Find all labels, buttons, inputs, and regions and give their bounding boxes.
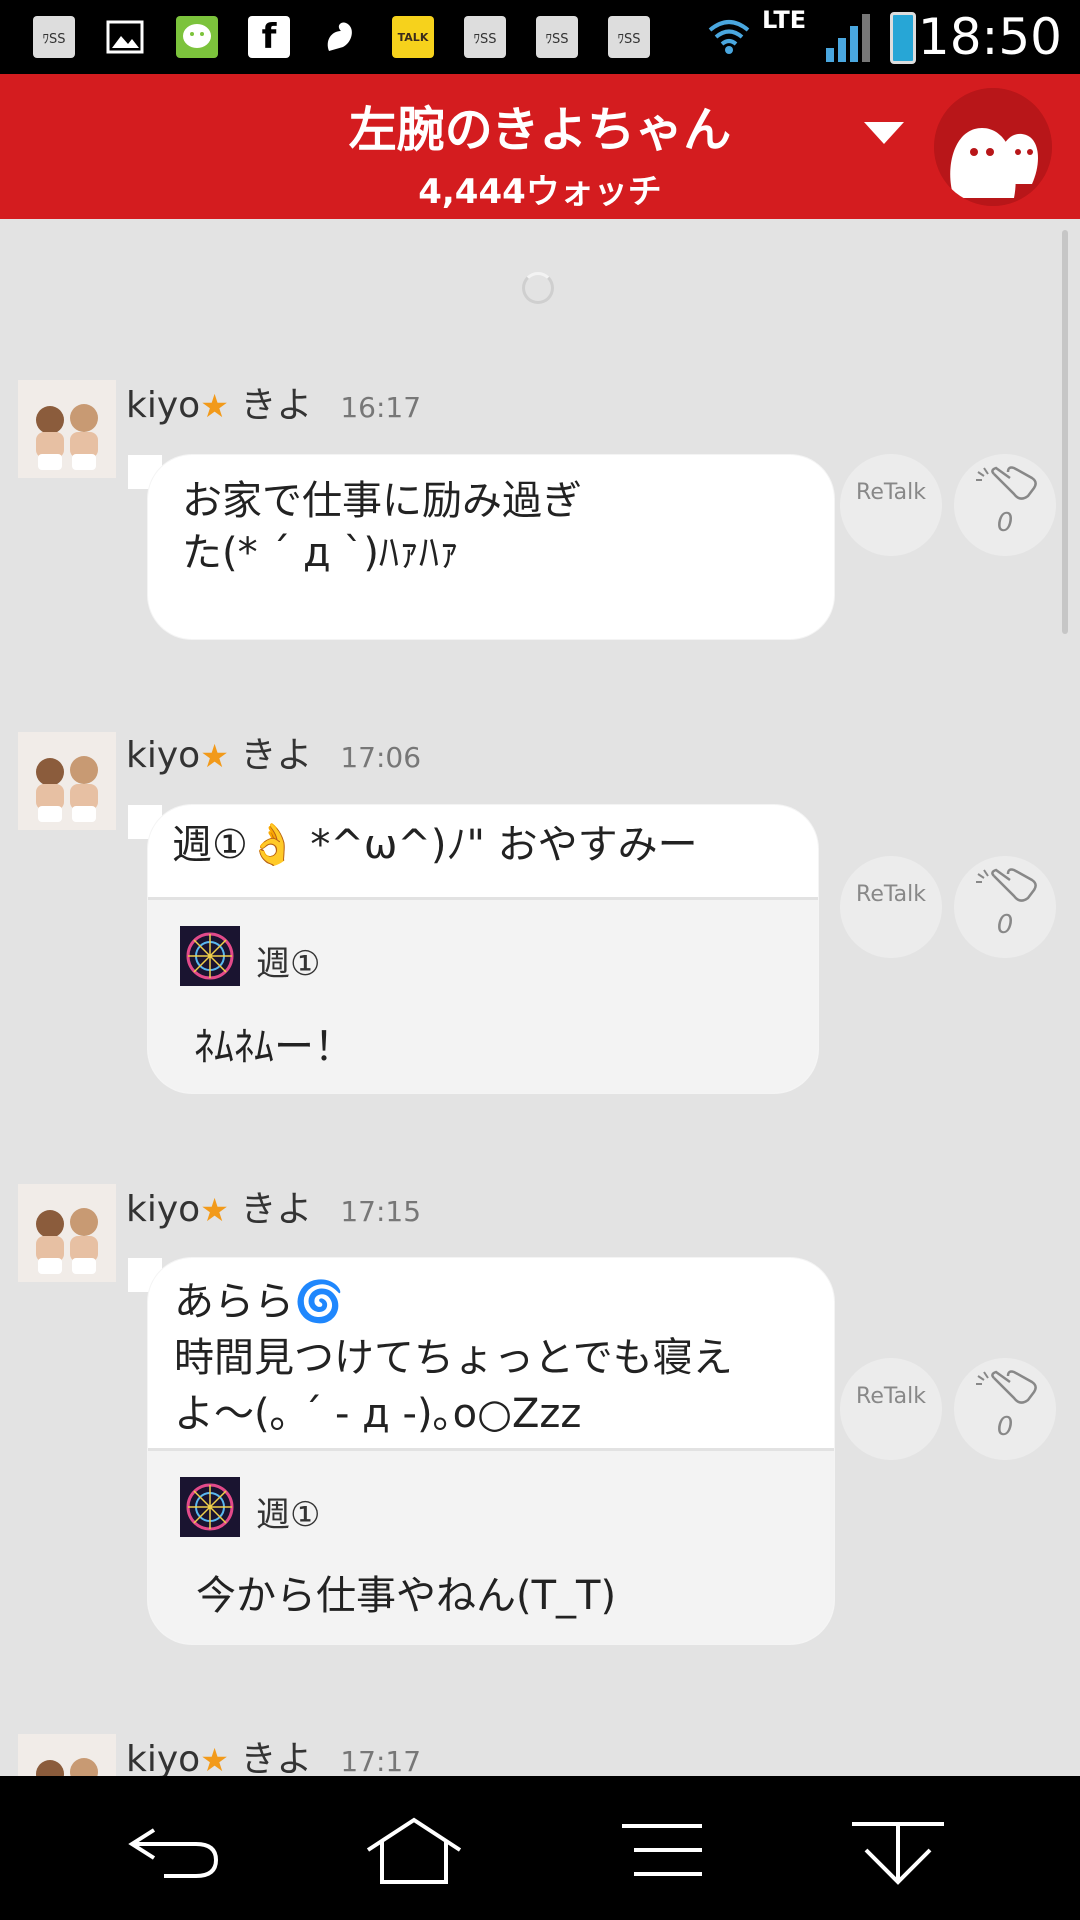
username[interactable]: kiyo★ きよ xyxy=(126,1730,312,1782)
squirrel-icon xyxy=(320,16,362,58)
quote-text: ﾈﾑﾈﾑー！ xyxy=(194,1024,354,1070)
wifi-icon xyxy=(706,16,752,65)
menu-icon[interactable] xyxy=(614,1816,714,1886)
app-header: 左腕のきよちゃん 4,444ウォッチ xyxy=(0,74,1080,219)
quote-thumbnail xyxy=(180,1477,240,1537)
timestamp: 16:17 xyxy=(340,391,422,424)
clap-icon xyxy=(976,466,1037,500)
clock: 18:50 xyxy=(917,8,1062,66)
quote-username: 週① xyxy=(256,1495,321,1535)
avatar[interactable] xyxy=(18,1734,116,1776)
quoted-post[interactable]: 週① 今から仕事やねん(T_T) xyxy=(148,1448,834,1644)
timestamp: 17:06 xyxy=(340,741,422,774)
star-icon: ★ xyxy=(200,1741,229,1779)
message-text: 週①👌 *^ω^)ﾉ" おやすみー xyxy=(172,822,698,868)
clap-button[interactable]: 0 xyxy=(954,454,1056,556)
loading-spinner xyxy=(522,272,554,304)
clap-count: 0 xyxy=(996,508,1014,538)
message-bubble[interactable]: 週①👌 *^ω^)ﾉ" おやすみー 週① ﾈﾑﾈﾑー！ xyxy=(148,805,818,1093)
navigation-bar xyxy=(0,1776,1080,1920)
facebook-icon: f xyxy=(248,16,290,58)
clap-icon xyxy=(976,1370,1037,1404)
clap-button[interactable]: 0 xyxy=(954,856,1056,958)
watch-count: 4,444ウォッチ xyxy=(418,172,662,212)
message-text: お家で仕事に励み過ぎ た(* ´ д `)ﾊｧﾊｧ xyxy=(182,478,582,576)
notification-icon: ﾜSS xyxy=(33,16,75,58)
star-icon: ★ xyxy=(200,1191,229,1229)
timestamp: 17:17 xyxy=(340,1745,422,1778)
quote-text: 今から仕事やねん(T_T) xyxy=(196,1573,617,1619)
avatar[interactable] xyxy=(18,732,116,830)
signal-icon xyxy=(826,12,870,64)
notification-icon: ﾜSS xyxy=(536,16,578,58)
post-header: kiyo★ きよ 16:17 xyxy=(126,376,421,426)
quoted-post[interactable]: 週① ﾈﾑﾈﾑー！ xyxy=(148,897,818,1093)
post-header: kiyo★ きよ 17:17 xyxy=(126,1730,421,1780)
post-header: kiyo★ きよ 17:06 xyxy=(126,726,421,776)
star-icon: ★ xyxy=(200,737,229,775)
retalk-button[interactable]: ReTalk xyxy=(840,856,942,958)
status-bar: ﾜSS f TALK ﾜSS ﾜSS ﾜSS LTE 18:50 xyxy=(0,0,1080,74)
picture-icon xyxy=(104,16,146,58)
dropdown-icon[interactable] xyxy=(864,122,904,144)
scrollbar[interactable] xyxy=(1062,230,1068,634)
quote-username: 週① xyxy=(256,944,321,984)
mascot-avatar-icon[interactable] xyxy=(934,88,1052,206)
message-bubble[interactable]: お家で仕事に励み過ぎ た(* ´ д `)ﾊｧﾊｧ xyxy=(148,455,834,639)
quote-thumbnail xyxy=(180,926,240,986)
battery-icon xyxy=(890,12,916,64)
channel-title[interactable]: 左腕のきよちゃん xyxy=(0,90,1080,160)
username[interactable]: kiyo★ きよ xyxy=(126,1180,312,1232)
clap-icon xyxy=(976,868,1037,902)
timestamp: 17:15 xyxy=(340,1195,422,1228)
username[interactable]: kiyo★ きよ xyxy=(126,726,312,778)
avatar[interactable] xyxy=(18,1184,116,1282)
clap-count: 0 xyxy=(996,910,1014,940)
message-bubble[interactable]: あらら🌀 時間見つけてちょっとでも寝え よ〜(｡ ´ - д -)｡o○Zzz … xyxy=(148,1258,834,1644)
line-app-icon xyxy=(176,16,218,58)
kakaotalk-icon: TALK xyxy=(392,16,434,58)
notification-pulldown-icon[interactable] xyxy=(848,1816,948,1886)
star-icon: ★ xyxy=(200,387,229,425)
clap-button[interactable]: 0 xyxy=(954,1358,1056,1460)
avatar[interactable] xyxy=(18,380,116,478)
retalk-button[interactable]: ReTalk xyxy=(840,454,942,556)
home-icon[interactable] xyxy=(364,1816,464,1886)
network-type: LTE xyxy=(762,6,807,34)
back-icon[interactable] xyxy=(124,1816,224,1886)
username[interactable]: kiyo★ きよ xyxy=(126,376,312,428)
message-text: あらら🌀 時間見つけてちょっとでも寝え よ〜(｡ ´ - д -)｡o○Zzz xyxy=(174,1279,733,1437)
clap-count: 0 xyxy=(996,1412,1014,1442)
retalk-button[interactable]: ReTalk xyxy=(840,1358,942,1460)
notification-icon: ﾜSS xyxy=(608,16,650,58)
post-header: kiyo★ きよ 17:15 xyxy=(126,1180,421,1230)
notification-icon: ﾜSS xyxy=(464,16,506,58)
